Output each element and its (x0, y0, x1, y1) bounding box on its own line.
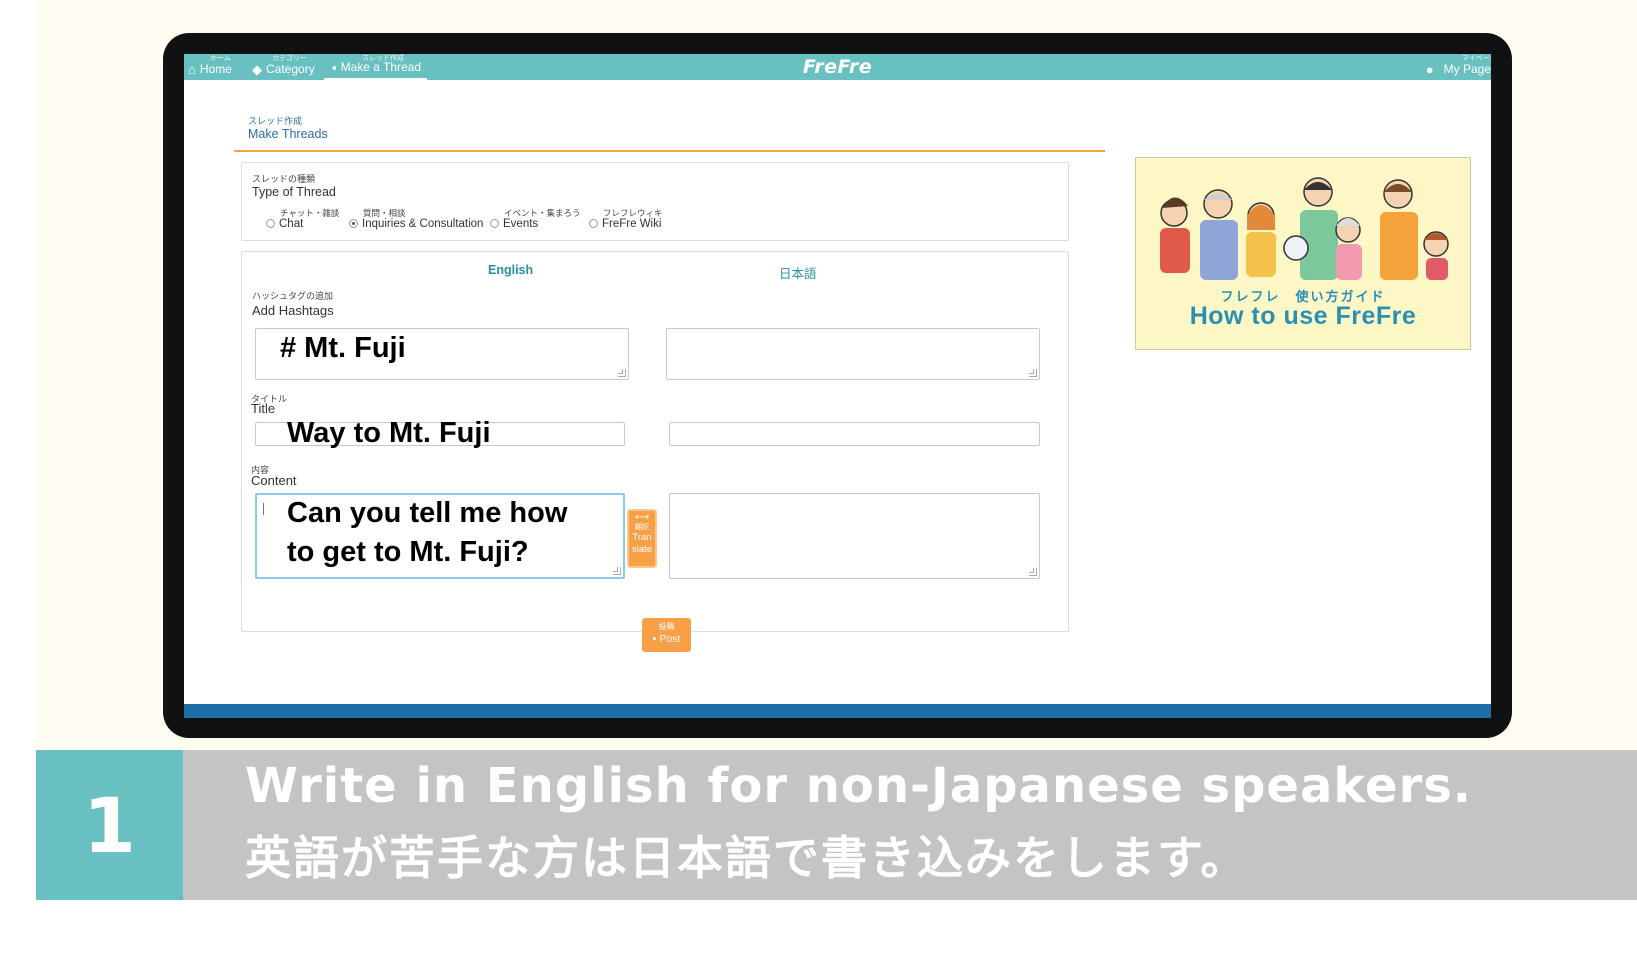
swap-arrows-icon: ⟷ (634, 512, 650, 523)
people-illustration (1160, 177, 1449, 280)
translate-button[interactable]: ⟷ 翻訳 Tran slate (627, 509, 657, 568)
content-textarea-en[interactable]: Can you tell me how to get to Mt. Fuji? (255, 493, 625, 579)
footer-bar (184, 704, 1491, 718)
radio-chat[interactable]: チャット・雑談 Chat (266, 208, 339, 230)
radio-dot[interactable] (490, 219, 499, 228)
app-screen: ホーム ⌂ Home カテゴリー ◆ Category スレッド作成 ▪ Mak… (184, 54, 1491, 718)
radio-label: Chat (279, 218, 304, 230)
content-value-line1: Can you tell me how (287, 497, 568, 529)
translate-label-1: Tran (632, 532, 652, 543)
radio-jp: 質問・相談 (363, 208, 406, 218)
caption-line-jp: 英語が苦手な方は日本語で書き込みをします。 (245, 831, 1249, 885)
thread-type-label-jp: スレッドの種類 (252, 174, 316, 184)
app-logo[interactable]: FreFre (184, 56, 1491, 78)
user-icon: ● (1425, 62, 1434, 77)
text-cursor (263, 503, 264, 515)
page-heading-jp: スレッド作成 (248, 116, 303, 126)
post-jp: 投稿 (658, 622, 675, 631)
top-nav: ホーム ⌂ Home カテゴリー ◆ Category スレッド作成 ▪ Mak… (184, 54, 1491, 80)
hashtags-input-jp[interactable] (666, 328, 1040, 380)
radio-jp: チャット・雑談 (280, 208, 340, 218)
radio-label: FreFre Wiki (602, 218, 662, 230)
nav-my-page-label: My Page (1443, 62, 1491, 76)
radio-dot-selected[interactable] (349, 219, 358, 228)
radio-label: Inquiries & Consultation (362, 218, 484, 230)
step-number: 1 (36, 750, 183, 900)
nav-my-page-jp: マイページ (1461, 55, 1491, 62)
title-input-jp[interactable] (669, 422, 1040, 446)
tab-english[interactable]: English (488, 263, 533, 277)
resize-handle[interactable] (1029, 568, 1037, 576)
content-label: Content (251, 473, 297, 488)
resize-handle[interactable] (1029, 369, 1037, 377)
resize-handle[interactable] (618, 369, 626, 377)
content-textarea-jp[interactable] (669, 493, 1040, 579)
radio-dot[interactable] (266, 219, 275, 228)
hashtags-input-en[interactable]: # Mt. Fuji (255, 328, 629, 380)
radio-label: Events (503, 218, 539, 230)
nav-my-page[interactable]: マイページ ● My Page (1426, 54, 1491, 80)
tab-japanese[interactable]: 日本語 (779, 263, 817, 282)
how-to-use-banner[interactable]: フレフレ 使い方ガイド How to use FreFre (1135, 157, 1471, 350)
title-input-en[interactable]: Way to Mt. Fuji (255, 417, 625, 449)
heading-divider (234, 150, 1105, 152)
radio-inquiries[interactable]: 質問・相談 Inquiries & Consultation (349, 208, 484, 230)
translate-jp: 翻訳 (635, 524, 649, 531)
thread-type-panel: スレッドの種類 Type of Thread チャット・雑談 Chat 質問・相… (241, 162, 1069, 241)
post-button[interactable]: 投稿 ▪ Post (642, 618, 691, 652)
content-value-line2: to get to Mt. Fuji? (287, 536, 529, 568)
caption-box: Write in English for non-Japanese speake… (183, 750, 1637, 900)
hashtags-label: Add Hashtags (252, 303, 334, 318)
caption-line-en: Write in English for non-Japanese speake… (245, 758, 1473, 814)
translate-label-2: slate (631, 544, 653, 555)
title-label: Title (251, 401, 276, 416)
page-heading: Make Threads (248, 127, 328, 141)
post-label: Post (659, 633, 681, 645)
banner-title: How to use FreFre (1189, 302, 1417, 330)
hashtags-label-jp: ハッシュタグの追加 (252, 291, 334, 301)
title-value: Way to Mt. Fuji (287, 417, 491, 449)
resize-handle[interactable] (613, 567, 621, 575)
thread-type-label: Type of Thread (252, 185, 336, 199)
radio-frefre-wiki[interactable]: フレフレウィキ FreFre Wiki (589, 208, 663, 230)
monitor-frame: ホーム ⌂ Home カテゴリー ◆ Category スレッド作成 ▪ Mak… (163, 33, 1512, 738)
radio-events[interactable]: イベント・集まろう Events (490, 208, 581, 230)
radio-jp: フレフレウィキ (603, 208, 663, 218)
radio-jp: イベント・集まろう (504, 208, 581, 218)
radio-dot[interactable] (589, 219, 598, 228)
hashtags-value: # Mt. Fuji (280, 332, 406, 364)
